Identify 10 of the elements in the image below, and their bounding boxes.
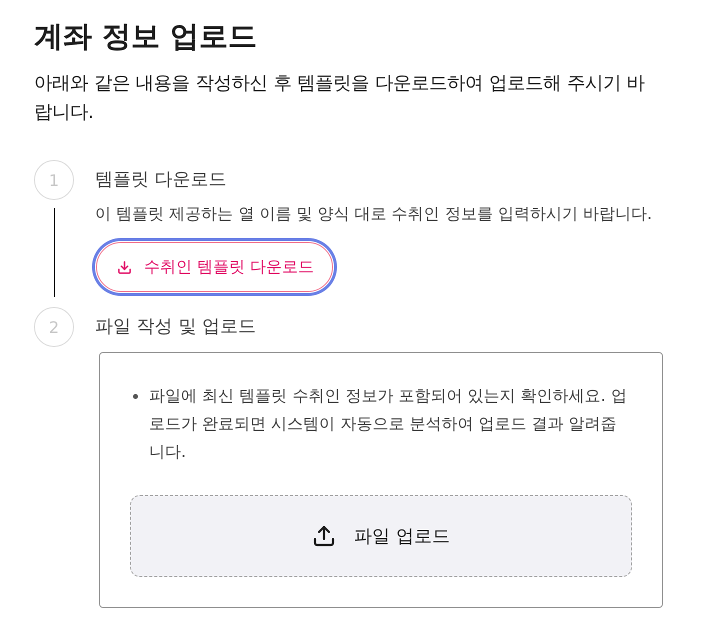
step-title: 파일 작성 및 업로드 <box>95 315 256 339</box>
download-icon <box>117 260 132 274</box>
step-description: 이 템플릿 제공하는 열 이름 및 양식 대로 수취인 정보를 입력하시기 바랍니다. <box>95 203 652 225</box>
file-upload-dropzone[interactable]: 파일 업로드 <box>130 495 632 577</box>
note-text: 파일에 최신 템플릿 수취인 정보가 포함되어 있는지 확인하세요. 업로드가 완료되면 시스템이 자동으로 분석하여 업로드 결과 알려줍니다. <box>149 385 628 463</box>
step-title: 템플릿 다운로드 <box>95 168 227 192</box>
upload-icon <box>312 524 336 548</box>
page-title: 계좌 정보 업로드 <box>34 18 258 55</box>
bullet-icon <box>133 394 138 399</box>
page-description: 아래와 같은 내용을 작성하신 후 템플릿을 다운로드하여 업로드해 주시기 바랍니다. <box>34 72 646 125</box>
